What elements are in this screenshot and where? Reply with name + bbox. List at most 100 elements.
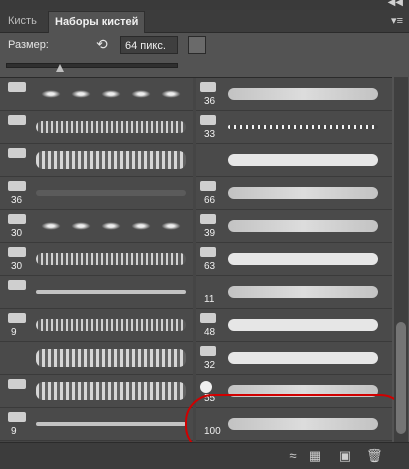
brush-row: 30 63: [0, 243, 392, 276]
brush-tip-icon: [8, 313, 26, 323]
brush-tip-icon: [8, 181, 26, 191]
brush-row: 36: [0, 78, 392, 111]
brush-stroke-preview: [228, 352, 378, 364]
brush-preset[interactable]: 32: [196, 342, 392, 375]
brush-preset[interactable]: [196, 144, 392, 177]
brush-tip-icon: [8, 379, 26, 389]
brush-row: 33: [0, 111, 392, 144]
brush-preset[interactable]: 39: [196, 210, 392, 243]
tab-bar: Кисть Наборы кистей ▾≡: [0, 10, 409, 33]
brush-preset[interactable]: 63: [196, 243, 392, 276]
brush-stroke-preview: [228, 253, 378, 265]
brush-size: 66: [204, 195, 216, 206]
grid-icon[interactable]: ▦: [308, 449, 322, 463]
brush-tip-icon: [200, 313, 216, 323]
size-slider-track[interactable]: [6, 63, 178, 68]
brush-stroke-preview: [228, 125, 378, 129]
brush-preset[interactable]: 9: [0, 408, 193, 441]
brush-stroke-preview: [228, 286, 378, 298]
brush-stroke-preview: [36, 220, 186, 232]
brush-row: 11: [0, 276, 392, 309]
brush-stroke-preview: [36, 88, 186, 100]
brush-tip-icon: [8, 148, 26, 158]
collapse-icon[interactable]: ◀◀: [388, 0, 403, 8]
brush-preset[interactable]: [0, 276, 193, 309]
brush-preset-list: 36 33 36 66 30 39 30 63 11 9 48 32 55 9 …: [0, 77, 392, 443]
brush-row: [0, 144, 392, 177]
brush-row: 32: [0, 342, 392, 375]
brush-stroke-preview: [36, 290, 186, 294]
brush-stroke-preview: [36, 422, 186, 426]
brush-stroke-preview: [228, 88, 378, 100]
brush-options-icon[interactable]: [188, 36, 206, 54]
tab-brush-presets[interactable]: Наборы кистей: [48, 11, 146, 33]
brush-preset[interactable]: 30: [0, 210, 193, 243]
brush-preset[interactable]: [0, 78, 193, 111]
brush-size: 30: [11, 228, 23, 239]
brush-tip-icon: [200, 82, 216, 92]
panel-footer: ≈ ▦ ▣ 🗑: [0, 442, 409, 469]
brush-stroke-preview: [36, 319, 186, 331]
brush-preset[interactable]: [0, 342, 193, 375]
brush-stroke-preview: [36, 121, 186, 133]
brush-tip-icon: [200, 181, 216, 191]
panel-menu-icon[interactable]: ▾≡: [391, 14, 403, 27]
brush-tip-icon: [200, 115, 216, 125]
brush-tip-icon: [8, 412, 26, 422]
brush-preset[interactable]: 9: [0, 309, 193, 342]
brush-size: 33: [204, 129, 216, 140]
brush-size: 39: [204, 228, 216, 239]
brush-preset[interactable]: 66: [196, 177, 392, 210]
brush-size: 11: [204, 294, 215, 305]
brush-row: 9 48: [0, 309, 392, 342]
brush-tip-icon: [8, 214, 26, 224]
brush-tip-icon: [200, 247, 216, 257]
toggle-brush-panel-icon[interactable]: ≈: [286, 449, 300, 463]
brush-size: 32: [204, 360, 216, 371]
brush-size: 36: [204, 96, 216, 107]
brush-tip-icon: [8, 280, 26, 290]
brush-tip-icon: [200, 214, 216, 224]
brush-stroke-preview: [36, 382, 186, 400]
brush-preset[interactable]: 36: [0, 177, 193, 210]
size-input[interactable]: 64 пикс.: [120, 36, 178, 54]
new-preset-icon[interactable]: ▣: [338, 449, 352, 463]
brush-size: 9: [11, 327, 17, 338]
brush-stroke-preview: [36, 253, 186, 265]
size-slider-thumb[interactable]: [56, 64, 64, 72]
round-brush-tip-icon: [200, 381, 212, 393]
brush-stroke-preview: [36, 151, 186, 169]
panel-top-strip: ◀◀: [0, 0, 409, 10]
brush-preset[interactable]: 11: [196, 276, 392, 309]
brush-row: 30 39: [0, 210, 392, 243]
brush-stroke-preview: [36, 190, 186, 196]
brush-size: 30: [11, 261, 23, 272]
brush-tip-icon: [8, 247, 26, 257]
brush-stroke-preview: [228, 319, 378, 331]
brush-preset[interactable]: 33: [196, 111, 392, 144]
brush-preset[interactable]: 48: [196, 309, 392, 342]
brush-preset[interactable]: 30: [0, 243, 193, 276]
trash-icon[interactable]: 🗑: [366, 449, 383, 463]
brush-preset[interactable]: [0, 375, 193, 408]
scrollbar-thumb[interactable]: [396, 322, 406, 434]
brush-size: 48: [204, 327, 216, 338]
brush-tip-icon: [8, 82, 26, 92]
brush-stroke-preview: [228, 187, 378, 199]
brush-stroke-preview: [228, 220, 378, 232]
brush-row: 36 66: [0, 177, 392, 210]
brush-preset[interactable]: 36: [196, 78, 392, 111]
brush-preset[interactable]: [0, 144, 193, 177]
brush-size: 36: [11, 195, 23, 206]
brush-preset[interactable]: [0, 111, 193, 144]
brush-tip-icon: [200, 346, 216, 356]
reset-size-icon[interactable]: ⟲: [96, 37, 110, 51]
brush-tip-icon: [8, 115, 26, 125]
brush-size: 9: [11, 426, 17, 437]
size-row: Размер: ⟲ 64 пикс.: [0, 33, 409, 63]
brush-stroke-preview: [228, 154, 378, 166]
brush-stroke-preview: [36, 349, 186, 367]
brush-size: 63: [204, 261, 216, 272]
tab-brush[interactable]: Кисть: [2, 11, 43, 32]
size-label: Размер:: [8, 39, 49, 51]
